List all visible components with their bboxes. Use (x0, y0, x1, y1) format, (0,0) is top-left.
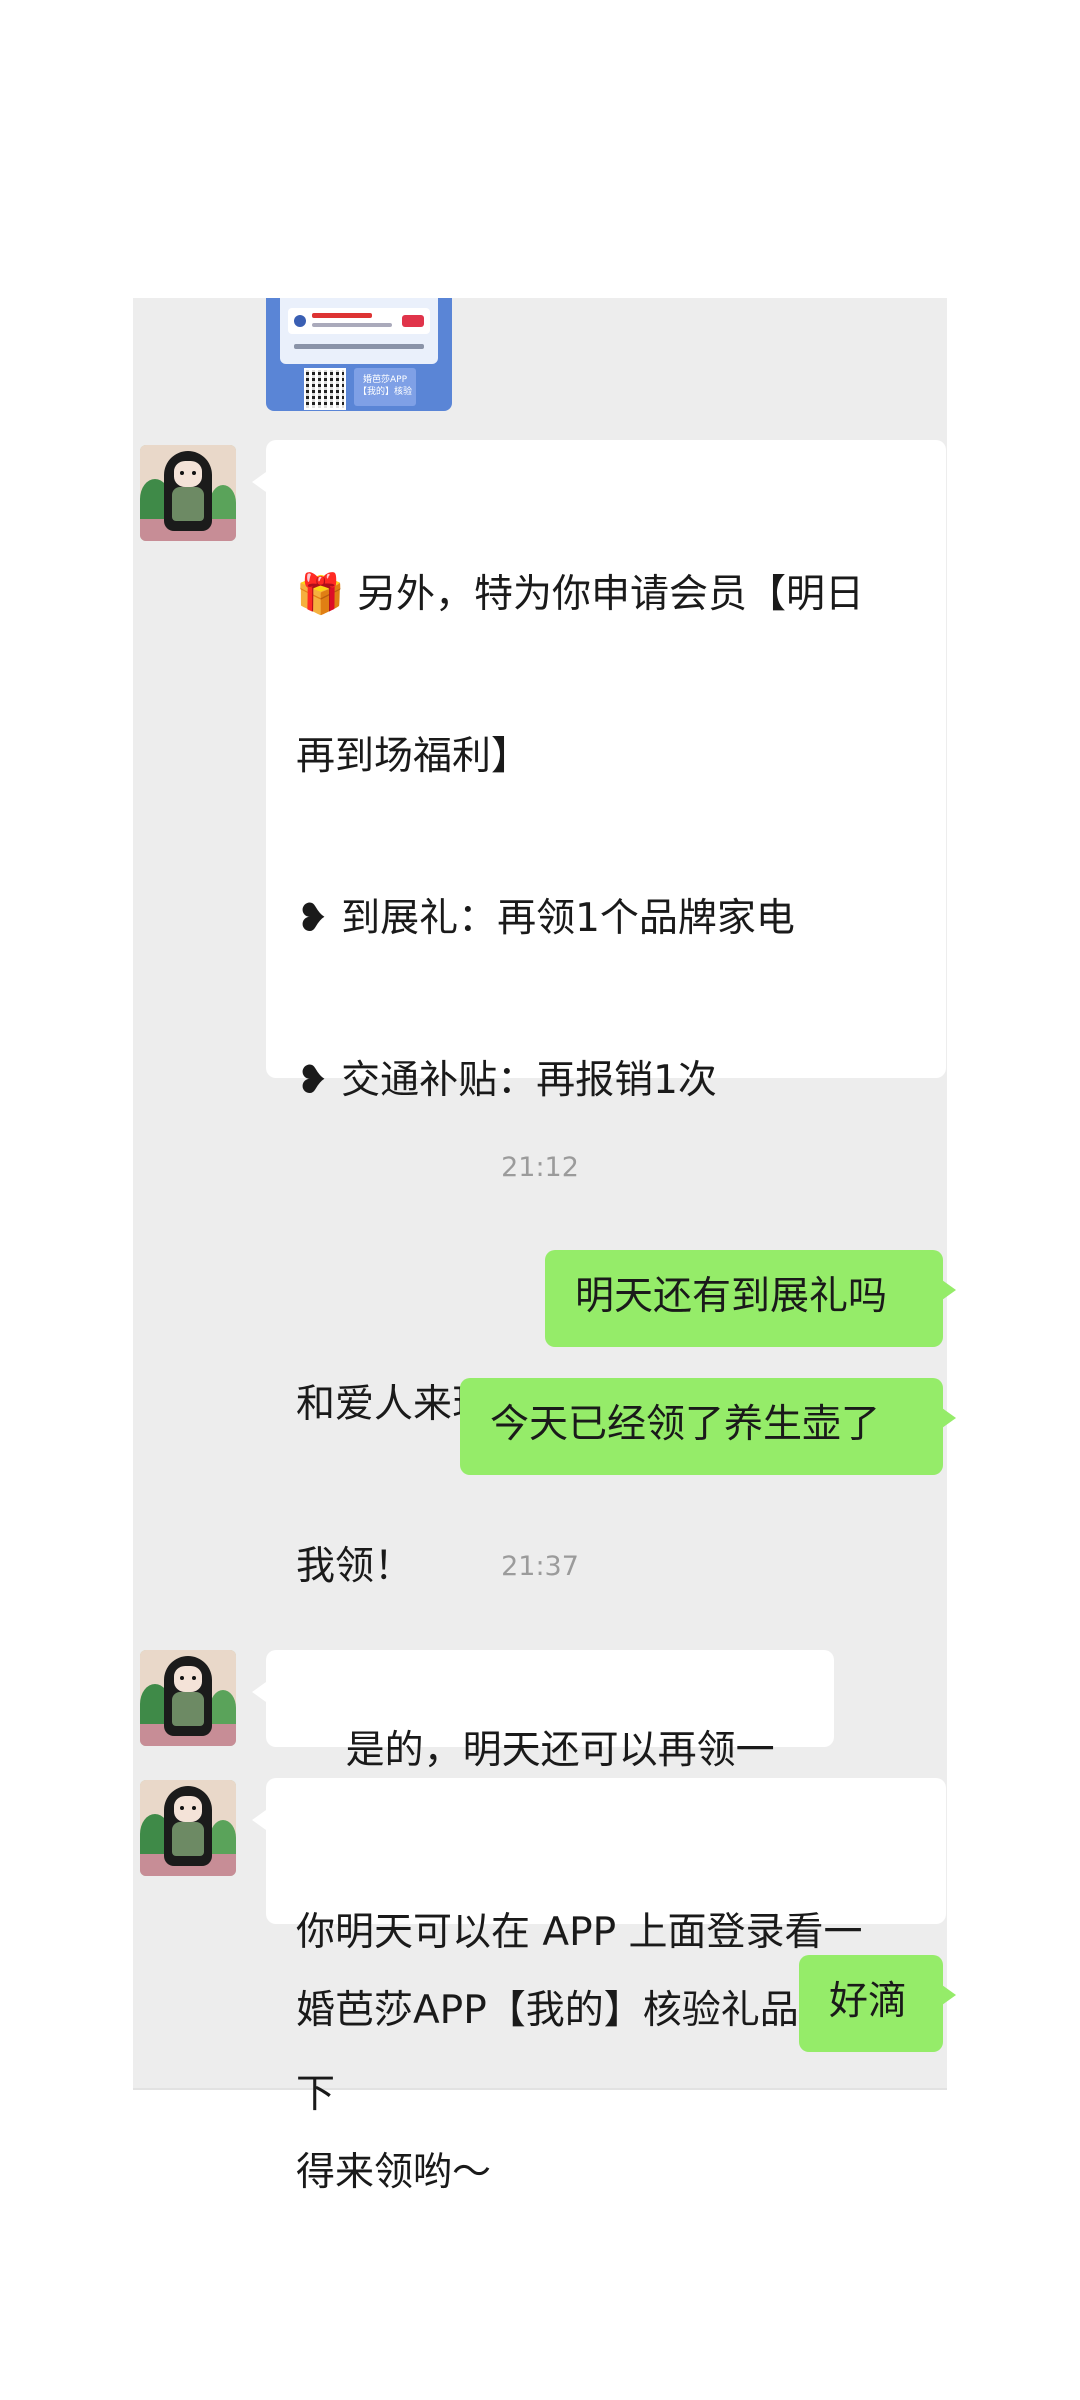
avatar[interactable] (140, 1650, 236, 1746)
message-bubble-outgoing[interactable]: 今天已经领了养生壶了 (460, 1378, 956, 1475)
message-text: 今天已经领了养生壶了 (490, 1402, 881, 1447)
image-card-line (312, 323, 392, 327)
avatar[interactable] (140, 1780, 236, 1876)
image-card-button (402, 315, 424, 327)
message-bubble-incoming[interactable]: 🎁 另外，特为你申请会员【明日 再到场福利】 ❥ 到展礼：再领1个品牌家电 ❥ … (252, 440, 946, 2195)
message-text: 明天还有到展礼吗 (575, 1274, 888, 1319)
message-text: 你明天可以在 APP 上面登录看一 (296, 1910, 863, 1955)
bus-icon (294, 315, 306, 327)
image-card-body (280, 298, 438, 364)
message-text: 下 (296, 2072, 336, 2117)
message-text: ❥ 到展礼：再领1个品牌家电 (296, 896, 795, 941)
qr-code-icon (304, 368, 346, 410)
chat-screen: 婚芭莎APP 【我的】核验 🎁 另外，特为你申请会员【明日 再到场福利】 ❥ 到… (0, 0, 1080, 2400)
image-card-line (312, 313, 372, 318)
message-text: 再到场福利】 (296, 734, 531, 779)
message-text: 🎁 另外，特为你申请会员【明日 (296, 572, 864, 617)
message-timestamp: 21:37 (501, 1551, 579, 1582)
image-card-note (294, 344, 424, 349)
message-text: 好滴 (829, 1979, 908, 2024)
message-text: ❥ 交通补贴：再报销1次 (296, 1058, 717, 1103)
image-card-row (288, 308, 430, 334)
message-bubble-outgoing[interactable]: 好滴 (799, 1955, 956, 2052)
message-bubble-incoming[interactable]: 你明天可以在 APP 上面登录看一 下 (252, 1778, 946, 2117)
image-message[interactable]: 婚芭莎APP 【我的】核验 (266, 298, 452, 411)
image-card-app-label: 婚芭莎APP 【我的】核验 (354, 368, 416, 406)
message-bubble-outgoing[interactable]: 明天还有到展礼吗 (545, 1250, 956, 1347)
message-bubble-incoming[interactable]: 是的，明天还可以再领一个 (252, 1650, 834, 1827)
avatar[interactable] (140, 445, 236, 541)
message-timestamp: 21:12 (501, 1152, 579, 1183)
